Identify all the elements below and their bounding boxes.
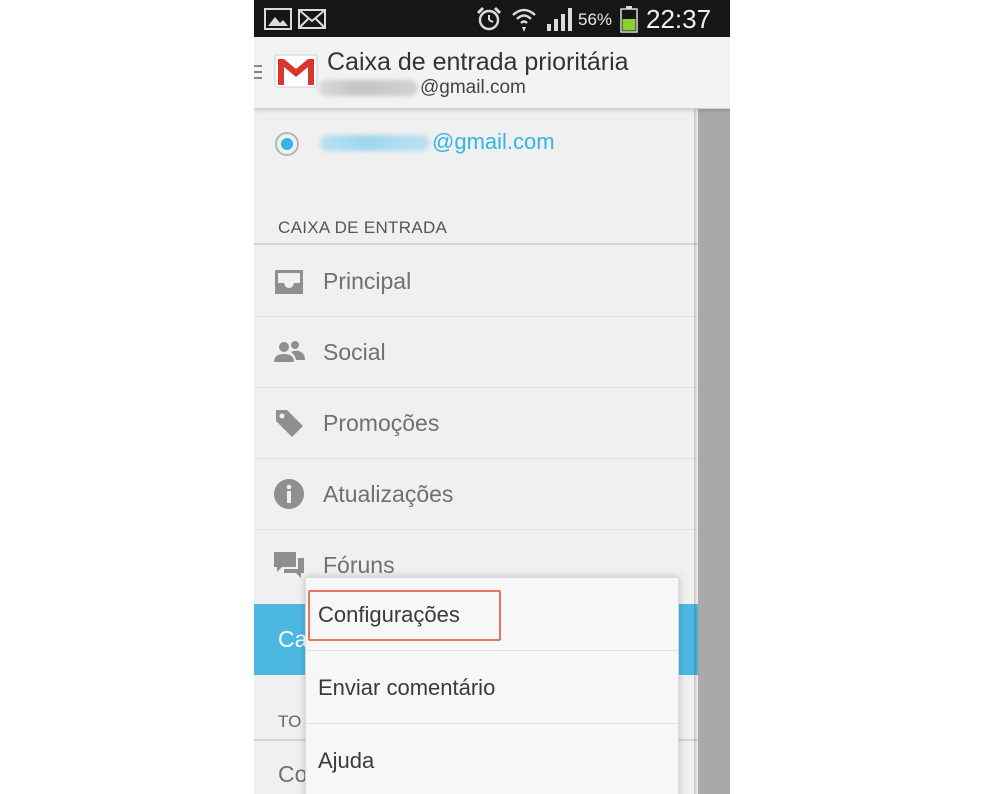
account-subtitle: @gmail.com [318, 77, 526, 99]
tag-icon [276, 410, 303, 437]
status-time: 22:37 [646, 4, 712, 34]
account-email: @gmail.com [320, 129, 555, 155]
nav-item-principal[interactable]: Principal [254, 246, 698, 317]
nav-item-partial[interactable]: Co [278, 761, 307, 788]
nav-item-promocoes[interactable]: Promoções [254, 388, 698, 459]
nav-item-label: Atualizações [323, 481, 454, 507]
underlying-content [698, 109, 730, 794]
info-icon [274, 479, 304, 509]
menu-item-label: Enviar comentário [318, 675, 496, 700]
section-all-header: TO [278, 712, 302, 731]
menu-item-label: Ajuda [318, 748, 375, 773]
overflow-menu: Configurações Enviar comentário Ajuda [305, 577, 679, 794]
nav-item-label: Ca [278, 626, 308, 652]
alarm-icon [476, 6, 502, 31]
account-radio[interactable] [275, 132, 299, 156]
nav-item-label: Fóruns [323, 552, 395, 578]
inbox-icon [275, 270, 303, 294]
menu-item-enviar-comentario[interactable]: Enviar comentário [306, 651, 678, 724]
status-bar: 56% 22:37 [254, 0, 730, 37]
menu-item-configuracoes[interactable]: Configurações [306, 578, 678, 651]
drawer-shadow [694, 109, 698, 794]
battery-icon [620, 6, 638, 33]
phone-screen: 56% 22:37 Caixa de entrada prioritária @… [254, 0, 730, 794]
account-row[interactable]: @gmail.com [254, 109, 698, 209]
nav-item-atualizacoes[interactable]: Atualizações [254, 459, 698, 530]
mail-notification-icon [298, 9, 326, 29]
blurred-username [320, 135, 430, 152]
menu-item-ajuda[interactable]: Ajuda [306, 724, 678, 794]
section-inbox-header: CAIXA DE ENTRADA [278, 218, 448, 237]
signal-icon [547, 8, 572, 31]
image-notification-icon [264, 8, 292, 30]
nav-item-label: Principal [323, 268, 412, 294]
nav-item-social[interactable]: Social [254, 317, 698, 388]
people-icon [274, 341, 305, 362]
wifi-icon [512, 8, 536, 32]
nav-item-label: Promoções [323, 410, 440, 436]
nav-item-label: Social [323, 339, 386, 365]
blurred-username [318, 79, 418, 96]
section-divider [254, 243, 698, 245]
inbox-title: Caixa de entrada prioritária [327, 48, 629, 76]
gmail-logo-icon[interactable] [274, 51, 318, 91]
battery-percent: 56% [578, 10, 613, 29]
forum-icon [274, 552, 304, 578]
action-bar: Caixa de entrada prioritária @gmail.com [254, 37, 730, 109]
menu-item-label: Configurações [318, 602, 460, 627]
menu-icon[interactable] [254, 65, 262, 83]
